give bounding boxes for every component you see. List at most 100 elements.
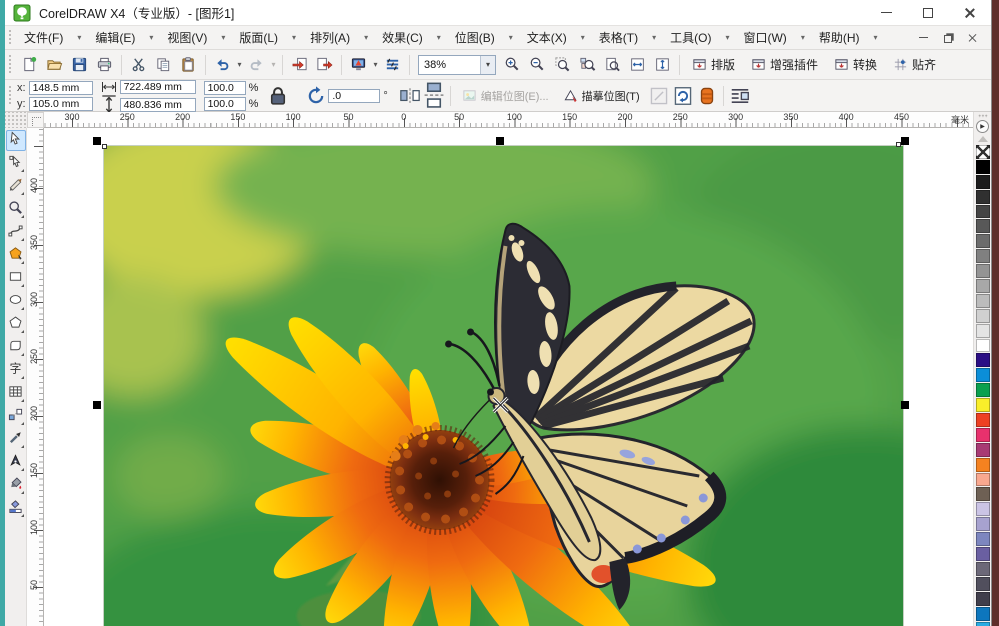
launcher-dropdown-caret[interactable]: ▾	[371, 60, 380, 69]
color-swatch[interactable]	[975, 308, 990, 323]
menu-item-1[interactable]: 文件(F)	[17, 26, 70, 49]
blend-tool-button[interactable]	[6, 406, 26, 427]
color-swatch[interactable]	[975, 547, 990, 561]
color-swatch[interactable]	[975, 293, 990, 308]
fill-tool-button[interactable]	[6, 475, 26, 496]
cut-button[interactable]	[126, 52, 151, 77]
menu-dropdown-caret[interactable]: ▾	[867, 33, 885, 42]
palette-grip[interactable]	[977, 114, 988, 118]
menu-item-7[interactable]: 位图(B)	[448, 26, 502, 49]
color-swatch[interactable]	[975, 234, 990, 249]
object-height-field[interactable]: 480.836 mm	[119, 97, 196, 112]
zoom-to-all-objects-button[interactable]	[575, 52, 600, 77]
crop-tool-button[interactable]	[6, 176, 26, 197]
interactive-fill-tool-button[interactable]	[6, 498, 26, 519]
trace-bitmap-button[interactable]: 描摹位图(T)	[556, 84, 647, 108]
color-swatch[interactable]	[975, 264, 990, 279]
new-document-button[interactable]	[17, 52, 42, 77]
bitmap-mode-button[interactable]	[671, 84, 695, 108]
wrap-text-button[interactable]	[728, 84, 752, 108]
paste-button[interactable]	[176, 52, 201, 77]
color-swatch[interactable]	[975, 159, 990, 174]
selection-handle-top-right[interactable]	[901, 137, 909, 145]
color-mask-button[interactable]	[695, 84, 719, 108]
color-swatch[interactable]	[975, 561, 990, 576]
export-button[interactable]	[312, 52, 337, 77]
menu-item-12[interactable]: 帮助(H)	[812, 26, 867, 49]
print-button[interactable]	[92, 52, 117, 77]
color-swatch[interactable]	[975, 368, 990, 383]
menu-item-3[interactable]: 视图(V)	[160, 26, 214, 49]
undo-button[interactable]	[210, 52, 235, 77]
drawing-canvas[interactable]	[44, 128, 973, 626]
menu-item-5[interactable]: 排列(A)	[303, 26, 357, 49]
zoom-combo-caret[interactable]: ▾	[480, 55, 495, 74]
x-position-field[interactable]: 148.5 mm	[28, 80, 93, 95]
eyedropper-tool-button[interactable]	[6, 429, 26, 450]
freehand-tool-button[interactable]	[6, 222, 26, 243]
menu-dropdown-caret[interactable]: ▾	[214, 33, 232, 42]
scale-vertical-field[interactable]: 100.0	[203, 96, 246, 111]
rectangle-tool-button[interactable]	[6, 268, 26, 289]
bitmap-corner-node[interactable]	[102, 144, 107, 149]
zoom-in-button[interactable]	[500, 52, 525, 77]
save-button[interactable]	[67, 52, 92, 77]
menu-dropdown-caret[interactable]: ▾	[574, 33, 592, 42]
palette-flyout-button[interactable]: ▶	[976, 120, 989, 133]
document-minimize-icon[interactable]	[919, 36, 928, 39]
basic-shapes-tool-button[interactable]	[6, 337, 26, 358]
menu-item-6[interactable]: 效果(C)	[375, 26, 430, 49]
mirror-vertical-button[interactable]	[422, 82, 446, 109]
close-button[interactable]	[949, 0, 991, 25]
toolbox-grip[interactable]	[5, 112, 27, 128]
menu-dropdown-caret[interactable]: ▾	[430, 33, 448, 42]
document-restore-icon[interactable]	[944, 34, 952, 43]
menu-item-2[interactable]: 编辑(E)	[88, 26, 142, 49]
color-swatch[interactable]	[975, 398, 990, 413]
maximize-button[interactable]	[907, 0, 949, 25]
color-swatch[interactable]	[975, 353, 990, 368]
vertical-ruler[interactable]: 400 350 300 250 200 150 100 50	[27, 128, 44, 626]
no-color-swatch[interactable]	[975, 145, 990, 159]
outline-pen-tool-button[interactable]	[6, 452, 26, 473]
menu-dropdown-caret[interactable]: ▾	[645, 33, 663, 42]
color-swatch[interactable]	[975, 606, 990, 621]
color-swatch[interactable]	[975, 427, 990, 442]
polygon-tool-button[interactable]	[6, 314, 26, 335]
menu-dropdown-caret[interactable]: ▾	[285, 33, 303, 42]
butterfly-photo[interactable]	[103, 145, 904, 626]
color-swatch[interactable]	[975, 442, 990, 457]
selection-handle-middle-right[interactable]	[901, 401, 909, 409]
undo-dropdown-caret[interactable]: ▾	[235, 60, 244, 69]
mirror-horizontal-button[interactable]	[398, 84, 422, 108]
selection-handle-top-center[interactable]	[496, 137, 504, 145]
guidelines-options-button[interactable]	[380, 52, 405, 77]
menu-item-10[interactable]: 工具(O)	[663, 26, 718, 49]
color-swatch[interactable]	[975, 249, 990, 264]
copy-button[interactable]	[151, 52, 176, 77]
palette-scroll-up-icon[interactable]	[977, 136, 988, 142]
imposition-button[interactable]: 排版	[684, 53, 743, 77]
scale-horizontal-field[interactable]: 100.0	[203, 80, 246, 95]
propbar-grip[interactable]	[8, 84, 13, 107]
menu-dropdown-caret[interactable]: ▾	[718, 33, 736, 42]
menu-item-8[interactable]: 文本(X)	[520, 26, 574, 49]
color-swatch[interactable]	[975, 502, 990, 517]
color-swatch[interactable]	[975, 472, 990, 487]
open-button[interactable]	[42, 52, 67, 77]
color-swatch[interactable]	[975, 591, 990, 606]
color-swatch[interactable]	[975, 457, 990, 472]
menu-dropdown-caret[interactable]: ▾	[794, 33, 812, 42]
lock-ratio-button[interactable]	[266, 84, 290, 108]
y-position-field[interactable]: 105.0 mm	[28, 96, 93, 111]
smart-fill-tool-button[interactable]	[6, 245, 26, 266]
menu-dropdown-caret[interactable]: ▾	[357, 33, 375, 42]
menu-item-4[interactable]: 版面(L)	[232, 26, 285, 49]
minimize-button[interactable]	[865, 0, 907, 25]
snap-to-button[interactable]: 贴齐	[885, 53, 944, 77]
zoom-to-page-width-button[interactable]	[625, 52, 650, 77]
color-swatch[interactable]	[975, 517, 990, 532]
bitmap-corner-node[interactable]	[896, 142, 901, 147]
color-swatch[interactable]	[975, 487, 990, 502]
menu-dropdown-caret[interactable]: ▾	[70, 33, 88, 42]
